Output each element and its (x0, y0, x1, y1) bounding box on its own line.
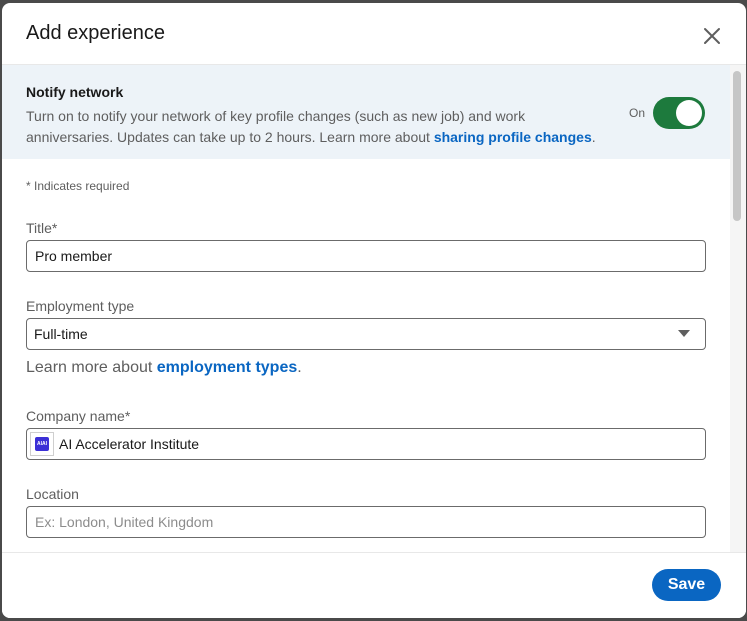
close-icon (704, 28, 720, 44)
sharing-profile-changes-link[interactable]: sharing profile changes (434, 129, 592, 145)
company-name-input[interactable]: AIAI AI Accelerator Institute (26, 428, 706, 460)
modal-footer: Save (2, 552, 746, 618)
employment-types-link[interactable]: employment types (157, 359, 297, 376)
learn-suffix: . (297, 359, 302, 376)
company-name-label: Company name* (26, 408, 131, 424)
save-button[interactable]: Save (652, 569, 721, 601)
employment-type-select[interactable]: Full-time (26, 318, 706, 350)
company-logo-text: AIAI (35, 437, 49, 451)
learn-more-employment: Learn more about employment types. (26, 359, 302, 377)
location-input[interactable] (26, 506, 706, 538)
company-name-value: AI Accelerator Institute (59, 436, 200, 452)
modal-body: Notify network Turn on to notify your ne… (2, 65, 746, 552)
modal-title: Add experience (26, 22, 165, 44)
notify-title: Notify network (26, 84, 124, 100)
company-logo: AIAI (30, 432, 54, 456)
scrollbar[interactable] (730, 65, 746, 552)
title-label: Title* (26, 220, 58, 236)
caret-down-icon (678, 330, 690, 337)
learn-prefix: Learn more about (26, 359, 157, 376)
notify-network-toggle[interactable] (653, 97, 705, 129)
toggle-knob (676, 100, 702, 126)
location-label: Location (26, 486, 79, 502)
modal-header: Add experience (2, 3, 746, 65)
required-note: * Indicates required (26, 179, 130, 193)
notify-network-banner: Notify network Turn on to notify your ne… (2, 65, 730, 159)
scrollbar-thumb[interactable] (733, 71, 741, 221)
notify-description: Turn on to notify your network of key pr… (26, 106, 616, 148)
employment-type-label: Employment type (26, 298, 135, 314)
add-experience-modal: Add experience Notify network Turn on to… (2, 3, 746, 618)
toggle-state-label: On (629, 106, 646, 120)
title-input[interactable] (26, 240, 706, 272)
close-button[interactable] (700, 24, 724, 48)
notify-description-trailing: . (591, 129, 596, 145)
employment-type-value: Full-time (34, 326, 88, 342)
